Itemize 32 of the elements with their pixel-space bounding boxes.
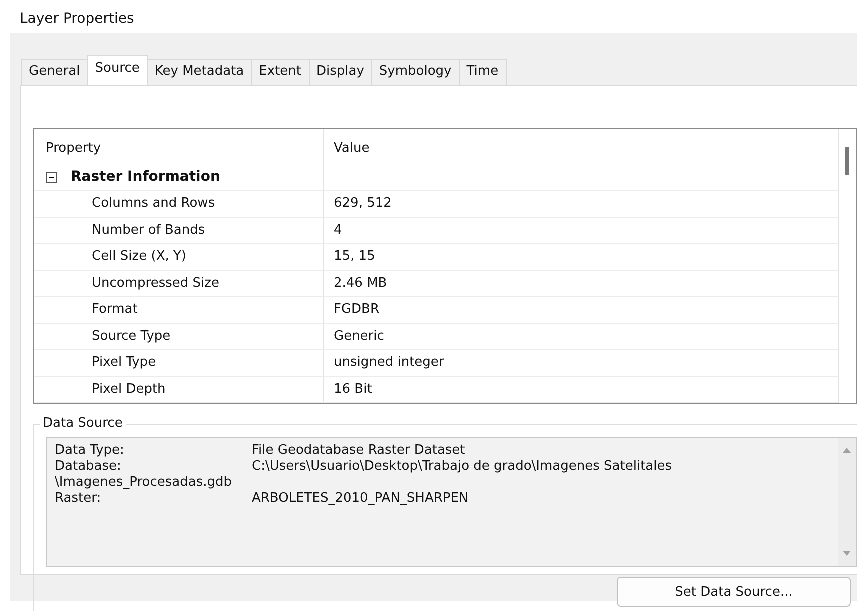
table-cell-text: 16 Bit <box>333 380 374 398</box>
info-label: Raster: <box>55 491 102 507</box>
column-header[interactable]: Value <box>324 129 838 165</box>
table-cell-text: 629, 512 <box>333 195 393 213</box>
info-value: File Geodatabase Raster Dataset <box>252 443 466 458</box>
table-cell-text: unsigned integer <box>333 354 446 372</box>
table-cell: Pixel Depth <box>34 376 324 402</box>
table-cell-text: 2.46 MB <box>333 274 388 292</box>
table-cell: Source Type <box>34 324 324 349</box>
group-label: Raster Information <box>71 168 220 187</box>
info-value: C:\Users\Usuario\Desktop\Trabajo de grado\Imagenes Satelitales <box>252 459 672 474</box>
info-label: Data Type: <box>55 443 126 459</box>
tab[interactable]: Time <box>458 59 507 85</box>
column-header[interactable]: Property <box>34 129 324 165</box>
window-title: Layer Properties <box>19 10 136 29</box>
table-cell-text: 15, 15 <box>333 248 376 266</box>
info-label: Database: <box>55 459 122 475</box>
info-value: ARBOLETES_2010_PAN_SHARPEN <box>252 491 469 506</box>
table-cell: Pixel Type <box>34 350 324 376</box>
collapse-icon[interactable] <box>46 172 57 183</box>
table-cell-text: Generic <box>333 328 386 346</box>
tab[interactable]: General <box>21 59 88 85</box>
set-data-source-button[interactable]: Set Data Source... <box>617 577 851 607</box>
tab[interactable]: Source <box>87 55 148 85</box>
info-value: \Imagenes_Procesadas.gdb <box>55 475 232 490</box>
table-cell: Columns and Rows <box>34 191 324 216</box>
table-cell: Cell Size (X, Y) <box>34 244 324 270</box>
table-cell-text: FGDBR <box>333 301 381 319</box>
table-cell: Number of Bands <box>34 218 324 243</box>
table-cell: Format <box>34 297 324 322</box>
table-cell: Uncompressed Size <box>34 270 324 296</box>
table-cell-text: 4 <box>333 222 344 240</box>
